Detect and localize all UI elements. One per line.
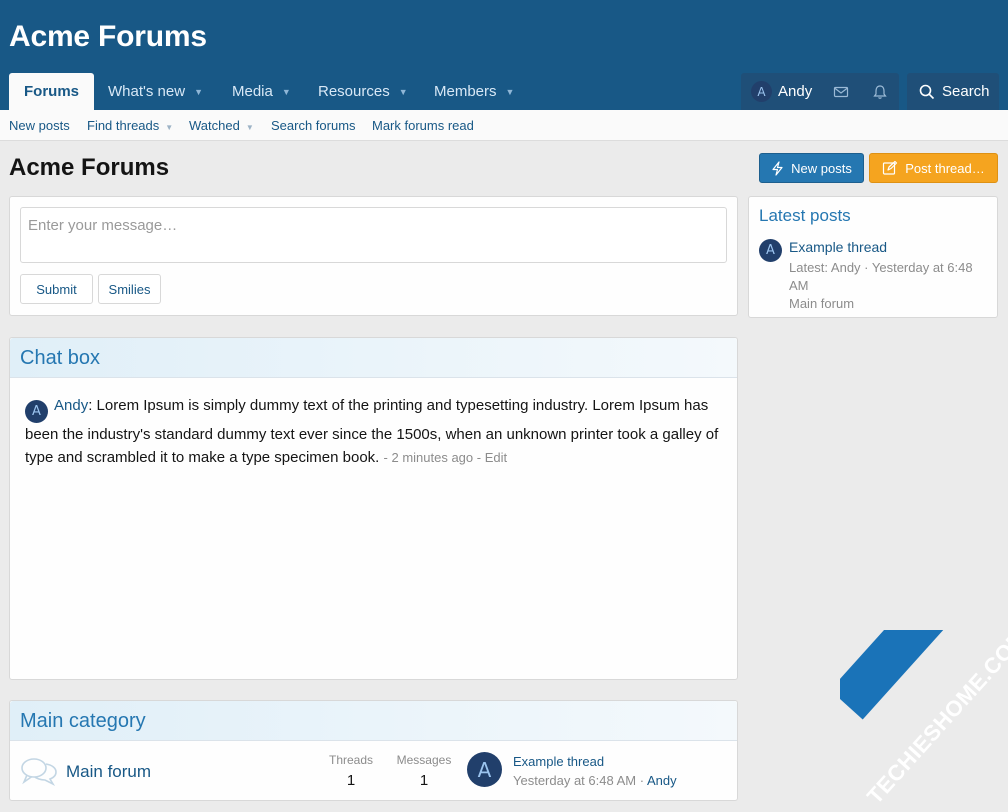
new-posts-button[interactable]: New posts — [759, 153, 864, 183]
category-block: Main category Main forum Threads 1 Messa… — [9, 700, 738, 801]
edit-icon — [883, 160, 898, 175]
search-icon — [919, 84, 935, 99]
subnav-new-posts[interactable]: New posts — [9, 118, 70, 133]
messages-label: Messages — [396, 753, 452, 767]
messages-count: 1 — [419, 772, 429, 789]
message-composer: Enter your message… Submit Smilies — [9, 196, 738, 316]
subnav-label: Watched — [189, 118, 240, 133]
new-posts-label: New posts — [791, 160, 852, 176]
site-header: Acme Forums Forums What's new ▼ Media ▼ … — [0, 0, 1008, 110]
chevron-down-icon[interactable]: ▼ — [399, 87, 408, 97]
chat-box-title: Chat box — [10, 338, 737, 378]
account-bar: A Andy — [741, 73, 899, 110]
chevron-down-icon[interactable]: ▼ — [282, 87, 291, 97]
site-title[interactable]: Acme Forums — [9, 20, 207, 54]
submit-button[interactable]: Submit — [20, 274, 93, 304]
post-thread-button[interactable]: Post thread… — [869, 153, 998, 183]
chat-message-meta[interactable]: - 2 minutes ago - Edit — [384, 450, 508, 465]
subnav-label: Find threads — [87, 118, 160, 133]
category-title[interactable]: Main category — [10, 701, 737, 741]
page-title: Acme Forums — [9, 154, 170, 181]
post-thread-label: Post thread… — [905, 160, 985, 176]
search-label: Search — [942, 83, 990, 100]
nav-tab-label: Forums — [24, 83, 80, 100]
nav-tab-label: Members — [434, 83, 497, 100]
forum-row: Main forum Threads 1 Messages 1 A Exampl… — [10, 742, 737, 800]
chat-author-link[interactable]: Andy — [54, 397, 88, 414]
nav-tab-members[interactable]: Members ▼ — [434, 73, 514, 110]
watermark: TECHIESHOME.COM — [840, 630, 1008, 812]
threads-count: 1 — [346, 772, 356, 789]
latest-thread-link[interactable]: Example thread — [789, 239, 887, 255]
envelope-icon[interactable] — [833, 84, 849, 100]
chat-message-text: Lorem Ipsum is simply dummy text of the … — [25, 397, 719, 466]
forum-name-link[interactable]: Main forum — [66, 762, 151, 782]
nav-tab-media[interactable]: Media ▼ — [232, 73, 291, 110]
latest-post-info: Latest: Andy · Yesterday at 6:48 AM — [789, 260, 973, 293]
nav-tab-resources[interactable]: Resources ▼ — [318, 73, 408, 110]
chevron-down-icon[interactable]: ▼ — [246, 123, 254, 132]
subnav-find-threads[interactable]: Find threads ▼ — [87, 118, 173, 133]
forum-latest-meta: Yesterday at 6:48 AM · Andy — [513, 773, 677, 788]
nav-tab-label: What's new — [108, 83, 186, 100]
bell-icon[interactable] — [872, 84, 888, 100]
threads-label: Threads — [328, 753, 374, 767]
nav-tab-label: Resources — [318, 83, 390, 100]
latest-posts-title: Latest posts — [759, 206, 851, 225]
nav-tab-forums[interactable]: Forums — [9, 73, 94, 110]
subnav-search-forums[interactable]: Search forums — [271, 118, 356, 133]
chevron-down-icon[interactable]: ▼ — [506, 87, 515, 97]
nav-tab-whats-new[interactable]: What's new ▼ — [108, 73, 203, 110]
subnav-watched[interactable]: Watched ▼ — [189, 118, 254, 133]
chevron-down-icon[interactable]: ▼ — [165, 123, 173, 132]
message-input[interactable]: Enter your message… — [20, 207, 727, 263]
smilies-button[interactable]: Smilies — [98, 274, 161, 304]
subnav-mark-forums-read[interactable]: Mark forums read — [372, 118, 474, 133]
search-button[interactable]: Search — [907, 73, 999, 110]
chat-box: Chat box A Andy: Lorem Ipsum is simply du… — [9, 337, 738, 680]
user-avatar[interactable]: A — [751, 81, 772, 102]
forum-latest-time[interactable]: Yesterday at 6:48 AM — [513, 773, 636, 788]
forum-latest-thread-link[interactable]: Example thread — [513, 754, 604, 769]
avatar[interactable]: A — [759, 239, 782, 262]
chevron-down-icon[interactable]: ▼ — [194, 87, 203, 97]
chat-bubbles-icon — [21, 758, 57, 786]
latest-posts-widget: Latest posts A Example thread Latest: An… — [748, 196, 998, 318]
nav-tab-label: Media — [232, 83, 273, 100]
forum-latest-user[interactable]: Andy — [647, 773, 677, 788]
chat-message: A Andy: Lorem Ipsum is simply dummy text … — [25, 397, 719, 466]
avatar[interactable]: A — [467, 752, 502, 787]
user-name-link[interactable]: Andy — [778, 83, 812, 100]
latest-post-forum[interactable]: Main forum — [789, 295, 994, 313]
sub-navigation: New posts Find threads ▼ Watched ▼ Search … — [0, 110, 1008, 141]
latest-post-meta: Latest: Andy · Yesterday at 6:48 AM Main… — [789, 259, 994, 313]
lightning-bolt-icon — [772, 160, 783, 176]
avatar[interactable]: A — [25, 400, 48, 423]
